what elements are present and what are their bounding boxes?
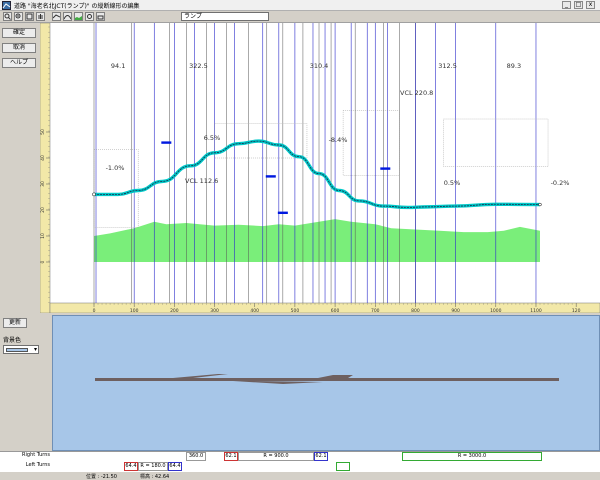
title-bar: 道路 "海老名北JCT(ランプ)" の縦断線形の編集 _ □ x [0, 0, 600, 11]
close-button[interactable]: x [586, 1, 595, 9]
ground-button[interactable] [74, 12, 83, 21]
grade-label: 6.5% [204, 134, 221, 142]
right-turn-segment[interactable]: 62.1 [314, 452, 328, 461]
y-tick-label: 40 [40, 155, 46, 161]
vertical-ruler: 50 40 30 20 10 0 [40, 23, 51, 313]
fit-icon [26, 13, 33, 20]
help-button[interactable]: ヘルプ [2, 58, 36, 68]
grade-label: 0.5% [444, 179, 461, 187]
y-tick-label: 30 [40, 181, 46, 187]
print-button[interactable] [96, 12, 105, 21]
minimize-button[interactable]: _ [562, 1, 571, 9]
vertical-curve-button[interactable] [63, 12, 72, 21]
segment-length-label: 312.5 [438, 62, 457, 70]
right-turn-segment[interactable]: R = 3000.0 [402, 452, 542, 461]
status-bar: 位置 : -21.50 標高 : 42.64 [0, 471, 600, 480]
hand-icon [38, 14, 43, 19]
curve-marker [380, 167, 391, 170]
confirm-button[interactable]: 確定 [2, 28, 36, 38]
y-tick-label: 50 [40, 129, 46, 135]
left-turn-segment[interactable] [336, 462, 350, 471]
left-panel: 確定 取消 ヘルプ [0, 23, 40, 313]
start-point [92, 192, 96, 197]
position-readout: 位置 : -21.50 [86, 474, 117, 480]
grade-label: -0.2% [551, 179, 570, 187]
curve-marker [161, 141, 172, 144]
y-tick-label: 20 [40, 207, 46, 213]
curve-marker [277, 211, 288, 214]
turn-table: Right Turns Left Turns 360.0 62.1 R = 90… [0, 451, 600, 471]
ground-icon [75, 16, 82, 20]
ramp-right [318, 375, 353, 378]
grade-tool-button[interactable] [52, 12, 61, 21]
settings-button[interactable] [85, 12, 94, 21]
zoom-in-icon [4, 13, 11, 20]
elevation-readout: 標高 : 42.64 [140, 474, 170, 480]
segment-length-label: 94.1 [111, 62, 125, 70]
y-tick-label: 10 [40, 233, 46, 239]
left-turn-segment[interactable]: R = 180.0 [138, 462, 168, 471]
vcl-label: VCL 112.6 [185, 177, 218, 185]
color-swatch [6, 348, 28, 352]
fit-view-button[interactable] [25, 12, 34, 21]
right-turn-segment[interactable]: 62.1 [224, 452, 238, 461]
ramp-mid [233, 381, 323, 384]
window-title: 道路 "海老名北JCT(ランプ)" の縦断線形の編集 [14, 3, 140, 10]
left-turn-segment[interactable]: 64.4 [168, 462, 182, 471]
vcl-label: VCL 220.8 [400, 89, 433, 97]
right-turns-row: 360.0 62.1 R = 900.0 62.1 R = 3000.0 [52, 452, 600, 461]
gear-icon [87, 14, 92, 19]
road-main [95, 378, 559, 381]
print-icon [97, 15, 104, 20]
maximize-button[interactable]: □ [574, 1, 583, 9]
toolbar: ランプ [0, 11, 600, 23]
left-turns-row: 64.4 R = 180.0 64.4 [52, 462, 600, 471]
right-turn-segment[interactable]: R = 900.0 [238, 452, 314, 461]
end-point [538, 202, 542, 207]
y-tick-label: 0 [40, 260, 46, 263]
segment-length-label: 89.3 [507, 62, 521, 70]
segment-length-label: 322.5 [189, 62, 208, 70]
background-color-select[interactable]: ▾ [3, 345, 39, 354]
horizontal-ruler: 0 100 200 300 400 500 600 700 800 900 1000 1100 120 [49, 302, 600, 313]
road-plan-drawing [95, 374, 559, 384]
background-color-label: 背景色 [3, 337, 22, 344]
zoom-out-button[interactable] [14, 12, 23, 21]
app-icon [2, 1, 11, 10]
pan-button[interactable] [36, 12, 45, 21]
zoom-in-button[interactable] [3, 12, 12, 21]
curve-icon [63, 15, 72, 20]
grade-label: -8.4% [329, 136, 348, 144]
profile-view[interactable]: 50 40 30 20 10 0 0 100 200 300 400 500 600 700 800 900… [40, 23, 600, 313]
plan-view[interactable] [52, 315, 600, 451]
ramp-left [173, 374, 228, 378]
update-button[interactable]: 更新 [3, 318, 27, 328]
road-name-field[interactable]: ランプ [181, 12, 269, 21]
grade-icon [52, 14, 61, 19]
plan-panel: 更新 背景色 ▾ [0, 313, 600, 451]
right-turns-label: Right Turns [22, 452, 50, 458]
right-turn-segment[interactable]: 360.0 [186, 452, 206, 461]
editor-window: 道路 "海老名北JCT(ランプ)" の縦断線形の編集 _ □ x ランプ 確定 … [0, 0, 600, 480]
chevron-down-icon: ▾ [33, 346, 37, 353]
left-turns-label: Left Turns [25, 462, 50, 468]
segment-length-label: 310.4 [310, 62, 329, 70]
left-turn-segment[interactable]: 64.4 [124, 462, 138, 471]
cancel-button[interactable]: 取消 [2, 43, 36, 53]
grade-label: -1.0% [106, 164, 125, 172]
curve-marker [265, 175, 276, 178]
zoom-out-icon [15, 13, 21, 19]
